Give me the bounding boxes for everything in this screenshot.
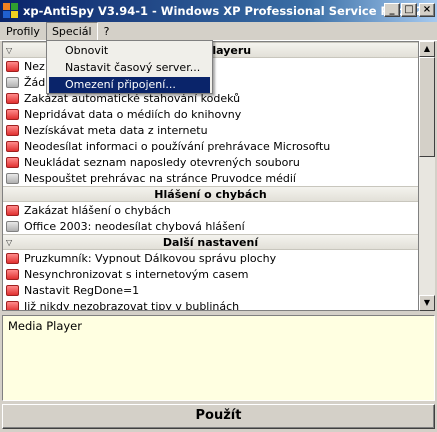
checkbox-icon[interactable] (6, 300, 19, 310)
item-label: Žád (24, 75, 46, 89)
menu-item-refresh[interactable]: Obnovit (49, 43, 210, 59)
menu-item-set-time-server[interactable]: Nastavit časový server... (49, 60, 210, 76)
checkbox-icon[interactable] (6, 172, 19, 184)
checkbox-icon[interactable] (6, 140, 19, 152)
item-label: Již nikdy nezobrazovat tipy v bublinách (24, 299, 240, 311)
list-item[interactable]: Nastavit RegDone=1 (3, 282, 418, 298)
scroll-thumb[interactable] (419, 57, 435, 157)
scroll-down-icon[interactable]: ▼ (419, 295, 435, 311)
checkbox-icon[interactable] (6, 92, 19, 104)
item-label: Nezískávat meta data z internetu (24, 123, 208, 137)
group-header-error-reporting[interactable]: Hlášení o chybách (3, 186, 418, 202)
checkbox-icon[interactable] (6, 284, 19, 296)
app-icon (3, 3, 19, 19)
item-label: Nepridávat data o médiích do knihovny (24, 107, 242, 121)
checkbox-icon[interactable] (6, 220, 19, 232)
item-label: Neukládat seznam naposledy otevrených so… (24, 155, 300, 169)
list-item[interactable]: Nesynchronizovat s internetovým casem (3, 266, 418, 282)
menu-item-connection-limit[interactable]: Omezení připojení... (49, 77, 210, 93)
close-button[interactable]: × (419, 3, 435, 17)
maximize-button[interactable]: □ (401, 3, 417, 17)
checkbox-icon[interactable] (6, 268, 19, 280)
menu-help[interactable]: ? (98, 22, 116, 41)
list-item[interactable]: Nezískávat meta data z internetu (3, 122, 418, 138)
checkbox-icon[interactable] (6, 124, 19, 136)
collapse-triangle-icon[interactable]: ▽ (6, 238, 12, 247)
group-title: Hlášení o chybách (154, 187, 267, 201)
apply-button[interactable]: Použít (2, 404, 435, 429)
item-label: Nez (24, 59, 45, 73)
checkbox-icon[interactable] (6, 108, 19, 120)
group-header-other-settings[interactable]: ▽ Další nastavení (3, 234, 418, 250)
description-text: Media Player (8, 319, 82, 333)
menu-bar: Profily Speciál ? (0, 21, 437, 41)
menu-profily[interactable]: Profily (0, 22, 46, 41)
item-label: Nesynchronizovat s internetovým casem (24, 267, 249, 281)
item-label: Nastavit RegDone=1 (24, 283, 140, 297)
window-title: xp-AntiSpy V3.94-1 - Windows XP Professi… (23, 4, 432, 18)
menu-special[interactable]: Speciál (45, 21, 98, 41)
item-label: Office 2003: neodesílat chybová hlášení (24, 219, 245, 233)
special-menu-dropdown: Obnovit Nastavit časový server... Omezen… (46, 40, 213, 94)
minimize-button[interactable]: _ (384, 3, 400, 17)
list-item[interactable]: Nespouštet prehrávac na stránce Pruvodce… (3, 170, 418, 186)
checkbox-icon[interactable] (6, 156, 19, 168)
checkbox-icon[interactable] (6, 60, 19, 72)
collapse-triangle-icon[interactable]: ▽ (6, 46, 12, 55)
list-item[interactable]: Neukládat seznam naposledy otevrených so… (3, 154, 418, 170)
item-label: Pruzkumník: Vypnout Dálkovou správu ploc… (24, 251, 277, 265)
list-item[interactable]: Office 2003: neodesílat chybová hlášení (3, 218, 418, 234)
checkbox-icon[interactable] (6, 204, 19, 216)
title-bar[interactable]: xp-AntiSpy V3.94-1 - Windows XP Professi… (0, 0, 437, 22)
checkbox-icon[interactable] (6, 76, 19, 88)
list-item[interactable]: Nepridávat data o médiích do knihovny (3, 106, 418, 122)
item-label: Nespouštet prehrávac na stránce Pruvodce… (24, 171, 296, 185)
description-panel: Media Player (2, 315, 435, 401)
list-item[interactable]: Pruzkumník: Vypnout Dálkovou správu ploc… (3, 250, 418, 266)
item-label: Zakázat hlášení o chybách (24, 203, 171, 217)
list-item[interactable]: Zakázat hlášení o chybách (3, 202, 418, 218)
list-item[interactable]: Neodesílat informaci o používání prehráv… (3, 138, 418, 154)
group-title: Další nastavení (162, 235, 259, 249)
scroll-up-icon[interactable]: ▲ (419, 41, 435, 57)
list-item[interactable]: Již nikdy nezobrazovat tipy v bublinách (3, 298, 418, 311)
checkbox-icon[interactable] (6, 252, 19, 264)
app-window: xp-AntiSpy V3.94-1 - Windows XP Professi… (0, 0, 437, 432)
vertical-scrollbar[interactable]: ▲ ▼ (419, 41, 435, 311)
item-label: Neodesílat informaci o používání prehráv… (24, 139, 331, 153)
